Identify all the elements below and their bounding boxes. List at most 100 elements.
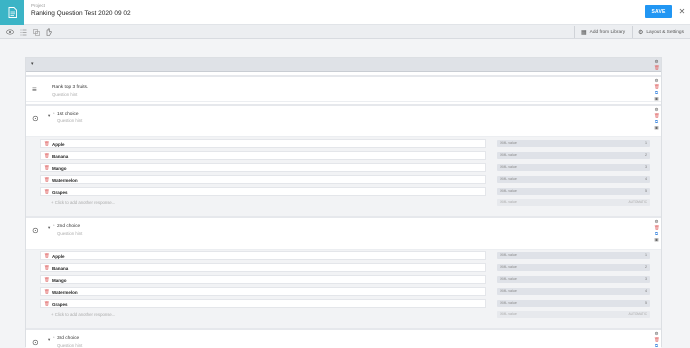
copy-icon[interactable]: ⧉ — [654, 231, 659, 236]
add-response-row[interactable]: + Click to add another response... — [40, 310, 486, 318]
trash-icon[interactable]: 🗑 — [654, 84, 660, 89]
response-row[interactable]: 🗑 Banana — [40, 151, 486, 160]
choice-question-3[interactable]: ⊙ ▾ * 3rd choice Question hint ⚙ 🗑 ⧉ — [26, 328, 661, 348]
eye-icon[interactable] — [5, 27, 15, 37]
response-row[interactable]: 🗑 Apple — [40, 251, 486, 260]
app-header: Project Ranking Question Test 2020 09 02… — [0, 0, 690, 25]
add-from-library-label: Add from Library — [589, 29, 626, 35]
xml-value-field[interactable]: XML value 4 — [497, 288, 650, 295]
trash-icon[interactable]: 🗑 — [44, 253, 50, 259]
trash-icon[interactable]: 🗑 — [44, 165, 50, 171]
trash-icon[interactable]: 🗑 — [654, 65, 660, 70]
copy-icon[interactable]: ⧉ — [654, 343, 659, 348]
response-row[interactable]: 🗑 Banana — [40, 263, 486, 272]
gear-icon[interactable]: ⚙ — [654, 107, 659, 112]
save-button[interactable]: SAVE — [645, 5, 672, 18]
response-label[interactable]: Banana — [52, 154, 68, 159]
question-title[interactable]: Rank top 3 fruits. — [52, 85, 88, 90]
xml-value-field[interactable]: XML value 3 — [497, 276, 650, 283]
trash-icon[interactable]: 🗑 — [44, 289, 50, 295]
gear-icon[interactable]: ⚙ — [654, 219, 659, 224]
xml-value: 3 — [645, 165, 647, 170]
project-name[interactable]: Ranking Question Test 2020 09 02 — [31, 10, 131, 17]
question-title[interactable]: 1st choice — [57, 112, 79, 117]
trash-icon[interactable]: 🗑 — [654, 113, 660, 118]
xml-value-field[interactable]: XML value 5 — [497, 300, 650, 307]
trash-icon[interactable]: 🗑 — [44, 153, 50, 159]
add-from-library-button[interactable]: ▦ Add from Library — [581, 27, 625, 37]
response-label[interactable]: Watermelon — [52, 178, 78, 183]
add-response-label[interactable]: + Click to add another response... — [51, 312, 115, 317]
close-icon[interactable]: ✕ — [677, 6, 687, 16]
section-header[interactable]: ▾ ⚙ 🗑 — [26, 58, 661, 72]
trash-icon[interactable]: 🗑 — [44, 265, 50, 271]
copy-icon[interactable]: ⧉ — [654, 119, 659, 124]
xml-value-automatic: AUTOMATIC — [628, 200, 647, 205]
add-response-row[interactable]: + Click to add another response... — [40, 198, 486, 206]
xml-value-field[interactable]: XML value 2 — [497, 152, 650, 159]
trash-icon[interactable]: 🗑 — [44, 177, 50, 183]
trash-icon[interactable]: 🗑 — [44, 277, 50, 283]
xml-value: 2 — [645, 153, 647, 158]
chevron-down-icon[interactable]: ▾ — [48, 113, 50, 119]
xml-value-field[interactable]: XML value 1 — [497, 140, 650, 147]
chevron-down-icon[interactable]: ▾ — [48, 337, 50, 343]
response-row[interactable]: 🗑 Watermelon — [40, 175, 486, 184]
question-hint[interactable]: Question hint — [57, 118, 82, 123]
response-label[interactable]: Watermelon — [52, 290, 78, 295]
response-label[interactable]: Mango — [52, 166, 67, 171]
xml-value-field[interactable]: XML value 4 — [497, 176, 650, 183]
add-response-label[interactable]: + Click to add another response... — [51, 200, 115, 205]
question-controls: ⚙ 🗑 ⧉ ▣ — [653, 107, 660, 130]
trash-icon[interactable]: 🗑 — [654, 337, 660, 342]
xml-value-field[interactable]: XML value 5 — [497, 188, 650, 195]
response-row[interactable]: 🗑 Watermelon — [40, 287, 486, 296]
xml-value: 1 — [645, 141, 647, 146]
xml-value-field[interactable]: XML value 2 — [497, 264, 650, 271]
response-label[interactable]: Mango — [52, 278, 67, 283]
list-icon[interactable] — [18, 27, 28, 37]
xml-value-label: XML value — [500, 301, 517, 306]
question-hint[interactable]: Question hint — [57, 231, 82, 236]
xml-value-field[interactable]: XML value 3 — [497, 164, 650, 171]
image-icon[interactable]: ▣ — [654, 237, 659, 242]
trash-icon[interactable]: 🗑 — [44, 141, 50, 147]
chevron-down-icon[interactable]: ▾ — [48, 225, 50, 231]
question-title[interactable]: 3rd choice — [57, 336, 79, 341]
response-label[interactable]: Grapes — [52, 302, 68, 307]
trash-icon[interactable]: 🗑 — [44, 301, 50, 307]
trash-icon[interactable]: 🗑 — [44, 189, 50, 195]
xml-value-label: XML value — [500, 141, 517, 146]
gear-icon[interactable]: ⚙ — [654, 59, 659, 64]
question-hint[interactable]: Question hint — [52, 92, 77, 97]
xml-value-label: XML value — [500, 200, 517, 205]
gear-icon[interactable]: ⚙ — [654, 78, 659, 83]
app-logo[interactable] — [0, 0, 24, 25]
response-label[interactable]: Banana — [52, 266, 68, 271]
response-row[interactable]: 🗑 Mango — [40, 275, 486, 284]
copy-icon[interactable]: ⧉ — [654, 90, 659, 95]
copy-icon[interactable] — [31, 27, 41, 37]
response-label[interactable]: Grapes — [52, 190, 68, 195]
layout-settings-button[interactable]: ⚙ Layout & Settings — [638, 27, 684, 37]
xml-value: 3 — [645, 277, 647, 282]
response-label[interactable]: Apple — [52, 254, 65, 259]
xml-value-field[interactable]: XML value 1 — [497, 252, 650, 259]
chevron-down-icon[interactable]: ▾ — [31, 61, 34, 67]
response-row[interactable]: 🗑 Grapes — [40, 187, 486, 196]
choice-question-1[interactable]: ⊙ ▾ * 1st choice Question hint ⚙ 🗑 ⧉ ▣ — [26, 104, 661, 137]
question-title[interactable]: 2nd choice — [57, 224, 80, 229]
choice-question-2[interactable]: ⊙ ▾ * 2nd choice Question hint ⚙ 🗑 ⧉ ▣ — [26, 216, 661, 250]
gear-icon[interactable]: ⚙ — [654, 331, 659, 336]
radio-target-icon: ⊙ — [32, 114, 39, 123]
response-row[interactable]: 🗑 Mango — [40, 163, 486, 172]
image-icon[interactable]: ▣ — [654, 96, 659, 101]
trash-icon[interactable]: 🗑 — [654, 225, 660, 230]
response-row[interactable]: 🗑 Grapes — [40, 299, 486, 308]
hand-icon[interactable] — [43, 27, 53, 37]
response-row[interactable]: 🗑 Apple — [40, 139, 486, 148]
intro-question[interactable]: ≡ Rank top 3 fruits. Question hint ⚙ 🗑 ⧉… — [26, 75, 661, 102]
question-hint[interactable]: Question hint — [57, 343, 82, 348]
response-label[interactable]: Apple — [52, 142, 65, 147]
image-icon[interactable]: ▣ — [654, 125, 659, 130]
